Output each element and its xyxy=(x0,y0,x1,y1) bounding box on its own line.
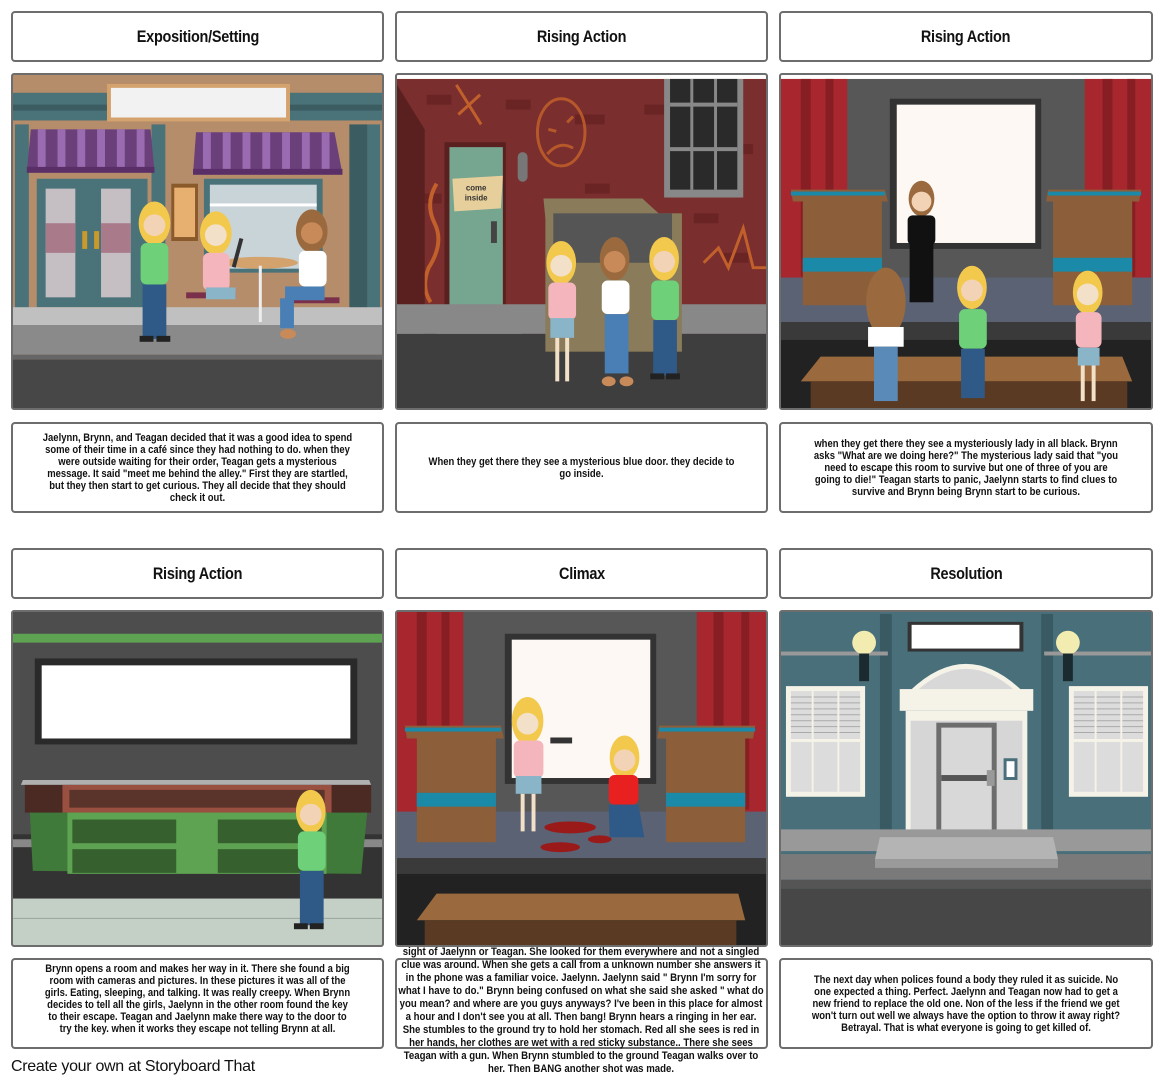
panel-text: when they get there they see a mysteriou… xyxy=(813,437,1119,498)
panel-text: Brynn opens a room and makes her way in … xyxy=(44,962,351,1035)
character-jaelynn xyxy=(138,201,171,342)
panel-6-scene-building xyxy=(779,610,1153,947)
window-left xyxy=(785,686,866,797)
storyboard-that-credit-link[interactable]: Create your own at Storyboard That xyxy=(11,1058,255,1076)
podium-left xyxy=(404,725,504,843)
panel-title-text: Rising Action xyxy=(921,26,1011,46)
panel-text: The next day when polices found a body t… xyxy=(811,973,1121,1034)
monitor-screen xyxy=(41,665,351,739)
panel-2-scene-alley: come inside xyxy=(395,73,768,410)
panel-3-title: Rising Action xyxy=(779,11,1153,62)
entrance-doorway xyxy=(899,663,1034,840)
panel-4-title: Rising Action xyxy=(11,548,384,599)
panel-1-title: Exposition/Setting xyxy=(11,11,384,62)
window-right xyxy=(1068,686,1149,797)
barred-window xyxy=(664,78,744,198)
panel-4-scene-room xyxy=(11,610,384,947)
svg-text:inside: inside xyxy=(465,193,488,202)
tiled-floor xyxy=(13,898,382,945)
character-mysterious-lady xyxy=(907,180,936,303)
panel-1-description: Jaelynn, Brynn, and Teagan decided that … xyxy=(11,422,384,513)
panel-6-title: Resolution xyxy=(779,548,1153,599)
panel-2-description: When they get there they see a mysteriou… xyxy=(395,422,768,513)
panel-5-text-overflow: sight of Jaelynn or Teagan. She looked f… xyxy=(398,946,764,1075)
panel-title-text: Exposition/Setting xyxy=(136,26,259,46)
building-sign xyxy=(911,624,1020,649)
character-jaelynn xyxy=(649,237,680,380)
stage-platform xyxy=(416,893,746,945)
panel-title-text: Rising Action xyxy=(152,563,243,583)
panel-text: When they get there they see a mysteriou… xyxy=(428,455,735,480)
panel-2-title: Rising Action xyxy=(395,11,768,62)
panel-text: Jaelynn, Brynn, and Teagan decided that … xyxy=(42,431,353,504)
panel-6-description: The next day when polices found a body t… xyxy=(779,958,1153,1049)
panel-5-scene-climax xyxy=(395,610,768,947)
panel-4-description: Brynn opens a room and makes her way in … xyxy=(11,958,384,1049)
panel-1-scene-cafe xyxy=(11,73,384,410)
panel-title-text: Climax xyxy=(558,563,605,583)
gun-icon xyxy=(550,737,573,744)
panel-3-description: when they get there they see a mysteriou… xyxy=(779,422,1153,513)
door-sign-text: come xyxy=(466,184,487,193)
panel-5-title: Climax xyxy=(395,548,768,599)
character-jaelynn xyxy=(957,265,987,399)
awning-right xyxy=(193,132,343,175)
awning-left xyxy=(26,129,155,173)
panel-3-scene-stage xyxy=(779,73,1153,410)
panel-title-text: Resolution xyxy=(929,563,1003,583)
panel-title-text: Rising Action xyxy=(536,26,627,46)
podium-right xyxy=(657,725,756,843)
